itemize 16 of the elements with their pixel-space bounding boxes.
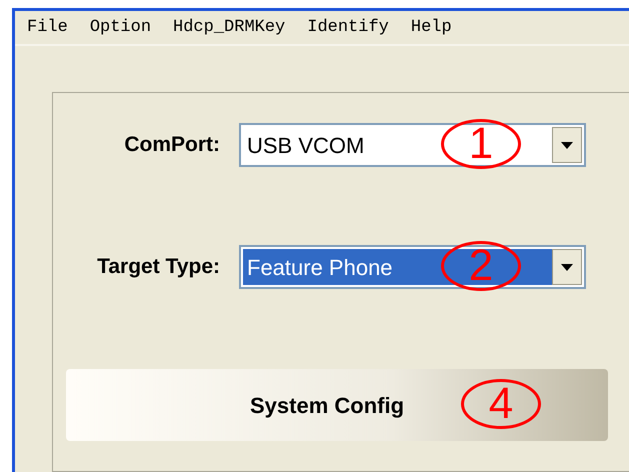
menu-item[interactable]: Help [410,14,452,40]
menu-item[interactable]: Identify [307,14,389,40]
system-config-button[interactable]: System Config 4 [66,369,608,441]
caret-icon [561,142,573,148]
menu-item[interactable]: Option [90,14,152,40]
field-label: Target Type: [96,254,221,280]
dropdown-arrow-button[interactable] [552,249,582,285]
menu-item[interactable]: Hdcp_DRMKey [173,14,286,40]
menu-item[interactable]: File [27,14,68,40]
circled-number-annotation: 2 [441,241,521,291]
circled-number-annotation: 4 [461,379,541,429]
dropdown-arrow-button[interactable] [552,127,582,163]
caret-icon [561,264,573,270]
circled-number-annotation: 1 [441,119,521,169]
field-label: ComPort: [123,132,221,158]
dropdown-value: USB VCOM [247,132,364,160]
